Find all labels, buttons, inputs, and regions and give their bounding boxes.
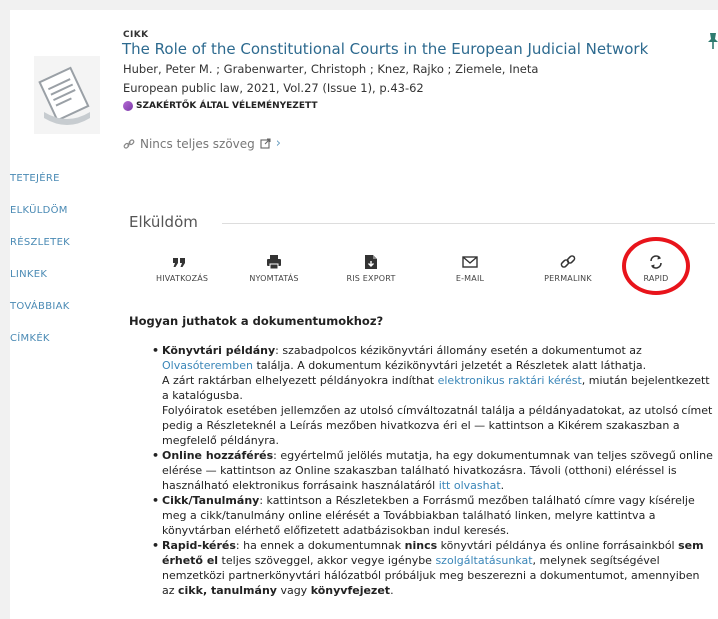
document-thumbnail-icon — [34, 56, 100, 134]
item-emphasis: könyvfejezet — [310, 584, 391, 597]
nav-item-send[interactable]: ELKÜLDÖM — [10, 205, 70, 216]
section-divider — [222, 223, 715, 224]
nav-item-tags[interactable]: CÍMKÉK — [10, 333, 70, 344]
reading-room-link[interactable]: Olvasóteremben — [162, 359, 253, 372]
availability-link[interactable]: Nincs teljes szöveg › — [123, 136, 281, 151]
ris-export-label: RIS EXPORT — [346, 274, 396, 283]
record-card: CIKK The Role of the Constitutional Cour… — [10, 10, 718, 619]
item-text: találja. A dokumentum kézikönyvtári jelz… — [253, 359, 647, 372]
item-lead: Rapid-kérés — [162, 539, 236, 552]
file-export-icon — [365, 255, 377, 269]
link-icon — [560, 255, 576, 268]
permalink-button[interactable]: PERMALINK — [540, 254, 596, 283]
citation-label: HIVATKOZÁS — [156, 274, 209, 283]
item-emphasis: nincs — [404, 539, 438, 552]
read-here-link[interactable]: itt olvashat — [439, 479, 501, 492]
record-authors: Huber, Peter M. ; Grabenwarter, Christop… — [123, 62, 539, 76]
item-lead: Online hozzáférés — [162, 449, 274, 462]
chevron-right-icon: › — [275, 136, 281, 151]
external-link-icon — [260, 138, 271, 149]
permalink-label: PERMALINK — [544, 274, 592, 283]
print-icon — [267, 255, 281, 270]
email-button[interactable]: E-MAIL — [450, 254, 490, 283]
peer-reviewed-badge: SZAKÉRTŐK ÁLTAL VÉLEMÉNYEZETT — [123, 101, 317, 111]
nav-item-more[interactable]: TOVÁBBIAK — [10, 301, 70, 312]
rapid-highlight-circle — [622, 237, 690, 295]
list-item: Rapid-kérés: ha ennek a dokumentumnak ni… — [152, 538, 714, 598]
availability-label: Nincs teljes szöveg — [140, 136, 255, 151]
item-text: teljes szöveggel, akkor vegye igénybe — [218, 554, 436, 567]
section-nav: TETEJÉRE ELKÜLDÖM RÉSZLETEK LINKEK TOVÁB… — [10, 173, 70, 365]
item-text: Folyóiratok esetében jellemzően az utols… — [162, 404, 713, 447]
nav-item-top[interactable]: TETEJÉRE — [10, 173, 70, 184]
peer-reviewed-label: SZAKÉRTŐK ÁLTAL VÉLEMÉNYEZETT — [136, 101, 318, 111]
record-title[interactable]: The Role of the Constitutional Courts in… — [122, 40, 648, 58]
item-lead: Könyvtári példány — [162, 344, 276, 357]
item-text: : ha ennek a dokumentumnak — [235, 539, 405, 552]
item-text: . — [500, 479, 505, 492]
list-item: Cikk/Tanulmány: kattintson a Részletekbe… — [152, 493, 714, 538]
list-item: Online hozzáférés: egyértelmű jelölés mu… — [152, 448, 714, 493]
item-lead: Cikk/Tanulmány — [162, 494, 260, 507]
item-text: könyvtári példánya és online forrásainkb… — [437, 539, 679, 552]
item-text: A zárt raktárban elhelyezett példányokra… — [162, 374, 438, 387]
howto-heading: Hogyan juthatok a dokumentumokhoz? — [129, 314, 384, 328]
item-text: . — [390, 584, 394, 597]
record-type: CIKK — [123, 30, 149, 40]
nav-item-details[interactable]: RÉSZLETEK — [10, 237, 70, 248]
print-label: NYOMTATÁS — [249, 274, 299, 283]
send-section-heading: Elküldöm — [129, 213, 198, 231]
peer-reviewed-icon — [123, 101, 133, 111]
citation-button[interactable]: HIVATKOZÁS — [156, 254, 209, 283]
item-text: vagy — [276, 584, 311, 597]
ris-export-button[interactable]: RIS EXPORT — [346, 254, 396, 283]
stack-request-link[interactable]: elektronikus raktári kérést — [438, 374, 582, 387]
quote-icon — [173, 258, 185, 267]
print-button[interactable]: NYOMTATÁS — [244, 254, 304, 283]
record-source: European public law, 2021, Vol.27 (Issue… — [123, 81, 424, 95]
nav-item-links[interactable]: LINKEK — [10, 269, 70, 280]
list-item: Könyvtári példány: szabadpolcos kéziköny… — [152, 343, 714, 448]
howto-list: Könyvtári példány: szabadpolcos kéziköny… — [152, 343, 714, 598]
email-label: E-MAIL — [455, 274, 485, 283]
item-text: : szabadpolcos kézikönyvtári állomány es… — [275, 344, 642, 357]
link-chain-icon — [123, 138, 135, 149]
item-emphasis: cikk, tanulmány — [178, 584, 277, 597]
envelope-icon — [462, 256, 478, 268]
pin-icon[interactable] — [706, 32, 718, 50]
service-link[interactable]: szolgáltatásunkat — [435, 554, 532, 567]
